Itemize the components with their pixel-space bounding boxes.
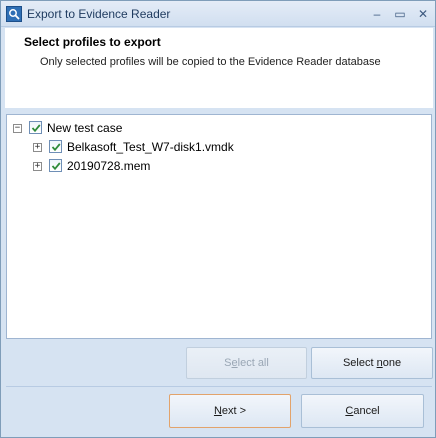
expand-icon[interactable]: + — [33, 162, 42, 171]
page-subtitle: Only selected profiles will be copied to… — [40, 56, 381, 68]
tree-label-root: New test case — [47, 121, 123, 135]
close-icon[interactable]: ✕ — [413, 5, 433, 23]
cancel-button[interactable]: Cancel — [301, 394, 424, 428]
next-mnemonic: N — [213, 405, 222, 417]
tree-checkbox-root[interactable] — [29, 121, 42, 134]
select-all-button[interactable]: Select all — [186, 347, 307, 379]
tree-checkbox[interactable] — [49, 140, 62, 153]
tree-label: 20190728.mem — [67, 159, 151, 173]
tree-checkbox[interactable] — [49, 159, 62, 172]
select-none-button[interactable]: Select none — [311, 347, 433, 379]
next-button[interactable]: Next > — [169, 394, 291, 428]
divider — [6, 386, 432, 387]
page-title: Select profiles to export — [24, 35, 161, 49]
profiles-tree[interactable]: − New test case + Belkasoft_Test_W7-disk… — [6, 114, 432, 339]
tree-node[interactable]: + Belkasoft_Test_W7-disk1.vmdk — [33, 139, 333, 157]
select-none-label-post: one — [382, 357, 402, 369]
select-none-label-pre: Select — [342, 357, 377, 369]
minimize-icon[interactable]: – — [367, 5, 387, 23]
tree-label: Belkasoft_Test_W7-disk1.vmdk — [67, 140, 234, 154]
export-dialog: Export to Evidence Reader – ▭ ✕ Select p… — [0, 0, 436, 438]
app-icon — [6, 6, 22, 22]
tree-node[interactable]: + 20190728.mem — [33, 158, 333, 176]
cancel-label-post: ancel — [353, 405, 380, 417]
next-label-post: ext > — [221, 405, 247, 417]
title-bar[interactable]: Export to Evidence Reader – ▭ ✕ — [1, 1, 435, 27]
tree-node-root[interactable]: − New test case — [13, 120, 313, 138]
select-all-label-pre: S — [224, 357, 232, 369]
window-title: Export to Evidence Reader — [27, 7, 171, 21]
select-all-label-post: lect all — [237, 357, 269, 369]
collapse-icon[interactable]: − — [13, 124, 22, 133]
maximize-icon[interactable]: ▭ — [390, 5, 410, 23]
expand-icon[interactable]: + — [33, 143, 42, 152]
header-panel: Select profiles to export Only selected … — [5, 28, 433, 108]
